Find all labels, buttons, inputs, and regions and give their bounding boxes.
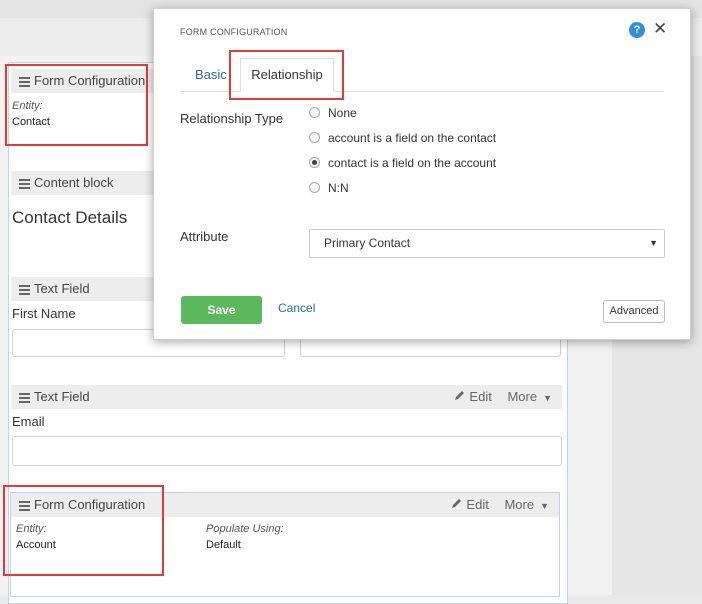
close-icon[interactable]: ✕: [653, 19, 667, 39]
populate-using-label: Populate Using:: [206, 523, 284, 535]
pencil-icon: [455, 391, 465, 400]
dialog-title: FORM CONFIGURATION: [180, 27, 288, 37]
tab-basic[interactable]: Basic: [195, 67, 227, 82]
highlight-box: [5, 64, 148, 146]
radio-button[interactable]: [309, 132, 320, 143]
drag-handle-icon[interactable]: [19, 177, 30, 191]
advanced-button[interactable]: Advanced: [603, 300, 665, 323]
pencil-icon: [452, 499, 462, 508]
radio-button-selected[interactable]: [309, 157, 320, 168]
cancel-button[interactable]: Cancel: [278, 301, 315, 315]
highlight-box: [3, 485, 164, 576]
more-dropdown[interactable]: More ▼: [498, 497, 549, 512]
block-actions: Edit More ▼: [447, 385, 552, 410]
caret-down-icon: ▼: [540, 501, 549, 511]
more-dropdown[interactable]: More ▼: [501, 389, 552, 404]
attribute-select[interactable]: Primary Contact ▼: [309, 229, 665, 258]
email-input[interactable]: [12, 436, 562, 466]
section-heading: Contact Details: [12, 208, 128, 227]
text-field-title: Text Field: [34, 389, 90, 404]
text-field-title: Text Field: [34, 281, 90, 296]
edit-action[interactable]: Edit: [453, 389, 492, 404]
email-label: Email: [12, 414, 45, 429]
radio-option-nn[interactable]: N:N: [309, 181, 349, 195]
content-block-title: Content block: [34, 175, 114, 190]
caret-down-icon: ▼: [543, 393, 552, 403]
attribute-label: Attribute: [180, 229, 229, 244]
text-field-header[interactable]: Text Field Edit More ▼: [11, 385, 562, 409]
question-circle-icon[interactable]: ?: [629, 22, 645, 38]
radio-option-none[interactable]: None: [309, 106, 357, 120]
radio-button[interactable]: [309, 182, 320, 193]
caret-down-icon: ▼: [649, 238, 658, 248]
relationship-type-label: Relationship Type: [180, 111, 284, 126]
edit-action[interactable]: Edit: [450, 497, 489, 512]
attribute-select-value: Primary Contact: [324, 236, 411, 250]
first-name-label: First Name: [12, 306, 76, 321]
radio-option-contact-field[interactable]: contact is a field on the account: [309, 156, 496, 170]
drag-handle-icon[interactable]: [19, 391, 30, 405]
block-actions: Edit More ▼: [444, 493, 549, 518]
drag-handle-icon[interactable]: [19, 283, 30, 297]
highlight-box: [229, 50, 344, 100]
populate-using-value: Default: [206, 539, 241, 551]
radio-button[interactable]: [309, 107, 320, 118]
save-button[interactable]: Save: [181, 296, 262, 324]
radio-option-account-field[interactable]: account is a field on the contact: [309, 131, 496, 145]
